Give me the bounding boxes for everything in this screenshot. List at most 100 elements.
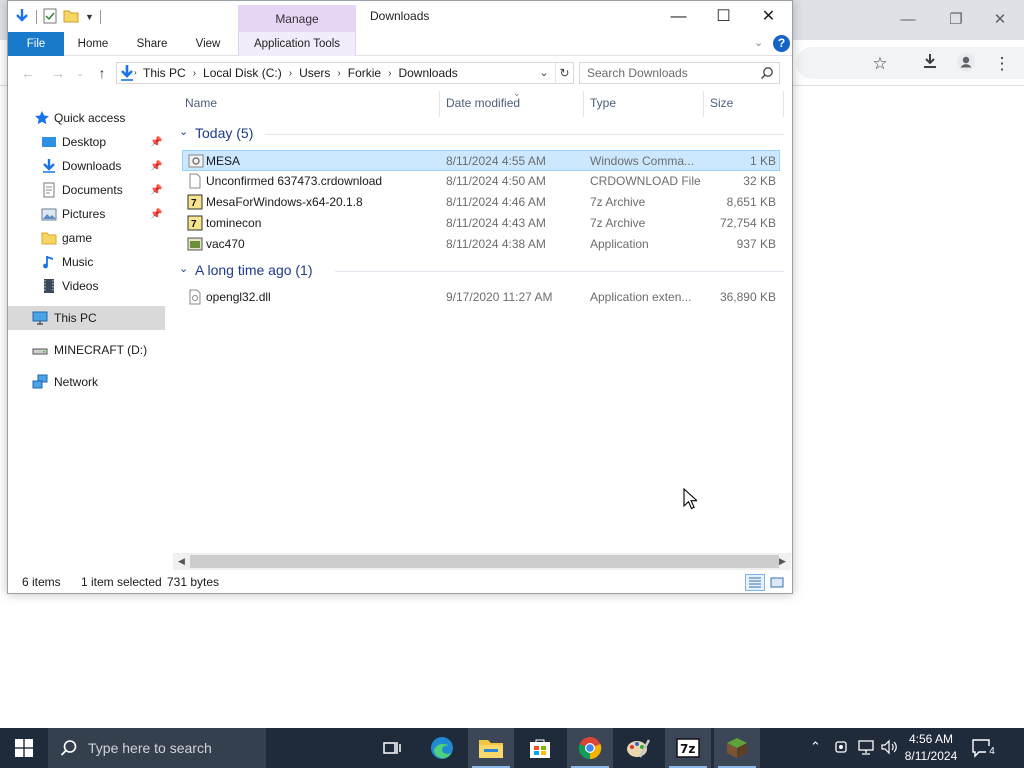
downloads-arrow-icon[interactable] [14,8,30,27]
star-icon[interactable]: ☆ [867,52,893,76]
new-folder-icon[interactable] [63,9,79,26]
table-row[interactable]: 7 MesaForWindows-x64-20.1.8 8/11/2024 4:… [182,192,780,213]
recent-locations-button[interactable]: ⌄ [70,64,90,82]
table-row[interactable]: opengl32.dll 9/17/2020 11:27 AM Applicat… [182,287,780,308]
volume-icon[interactable] [880,739,898,758]
horizontal-scrollbar[interactable]: ◀ ▶ [173,553,791,570]
scroll-right-button[interactable]: ▶ [774,553,791,570]
table-row[interactable]: Unconfirmed 637473.crdownload 8/11/2024 … [182,171,780,192]
taskbar-app-chrome[interactable] [567,728,613,768]
breadcrumb-downloads[interactable]: Downloads [398,66,457,80]
address-history-dropdown[interactable]: ⌄ [535,64,553,82]
ribbon-tabs: File Home Share View Application Tools ⌄… [8,32,792,56]
file-size: 72,754 KB [719,216,776,230]
start-button[interactable] [0,728,48,768]
pin-icon: 📌 [150,208,163,220]
column-divider[interactable] [439,91,440,117]
column-divider[interactable] [703,91,704,117]
browser-restore-button[interactable]: ❐ [936,8,976,32]
sidebar-item-desktop[interactable]: Desktop 📌 [8,130,165,154]
taskbar-clock[interactable]: 4:56 AM 8/11/2024 [898,731,964,765]
taskbar-app-store[interactable] [517,728,563,768]
quick-access-toolbar: ▼ [14,7,101,27]
group-header-today[interactable]: ⌄ Today (5) [173,123,784,145]
breadcrumb-users[interactable]: Users [299,66,330,80]
breadcrumb-separator[interactable]: › [289,68,292,79]
tab-home[interactable]: Home [70,32,116,56]
taskbar-app-minecraft[interactable] [714,728,760,768]
taskbar-app-paint[interactable] [615,728,661,768]
tab-share[interactable]: Share [128,32,176,56]
forward-button[interactable]: → [48,64,68,82]
sidebar-item-game[interactable]: game [8,226,165,250]
windows-logo-icon [15,739,33,757]
group-divider [265,134,784,135]
profile-icon[interactable] [953,52,979,76]
breadcrumb-separator[interactable]: › [388,68,391,79]
large-icons-view-button[interactable] [767,574,787,591]
minimize-button[interactable]: — [656,3,701,31]
sidebar-item-quick-access[interactable]: Quick access [8,106,165,130]
breadcrumb-local-disk[interactable]: Local Disk (C:) [203,66,282,80]
network-status-icon[interactable] [857,739,875,758]
back-button[interactable]: ← [18,64,38,82]
taskbar-app-edge[interactable] [419,728,465,768]
column-header-name[interactable]: Name [185,89,217,117]
customize-qat-icon[interactable]: ▼ [85,12,94,22]
file-type: 7z Archive [590,216,646,230]
kebab-menu-icon[interactable]: ⋮ [989,52,1015,76]
table-row[interactable]: vac470 8/11/2024 4:38 AM Application 937… [182,234,780,255]
refresh-button[interactable]: ↻ [555,63,573,83]
file-size: 36,890 KB [719,290,776,304]
tab-file[interactable]: File [8,32,64,56]
column-divider[interactable] [783,91,784,117]
task-view-button[interactable] [369,728,415,768]
scroll-left-button[interactable]: ◀ [173,553,190,570]
tab-application-tools[interactable]: Application Tools [238,32,356,56]
help-button[interactable]: ? [773,35,790,52]
file-type: Application exten... [590,290,692,304]
breadcrumb-separator[interactable]: › [337,68,340,79]
breadcrumb-separator[interactable]: › [193,68,196,79]
taskbar-app-7zip[interactable]: 7z [665,728,711,768]
column-header-type[interactable]: Type [590,89,616,117]
table-row[interactable]: 7 tominecon 8/11/2024 4:43 AM 7z Archive… [182,213,780,234]
breadcrumb-this-pc[interactable]: This PC [143,66,186,80]
sidebar-item-music[interactable]: Music [8,250,165,274]
meet-now-icon[interactable] [834,739,848,758]
file-name: Unconfirmed 637473.crdownload [206,174,383,188]
close-button[interactable]: ✕ [746,3,791,31]
group-header-a-long-time-ago[interactable]: ⌄ A long time ago (1) [173,260,784,282]
search-input[interactable]: Search Downloads [579,62,780,84]
browser-minimize-button[interactable]: — [888,8,928,32]
taskbar-app-file-explorer[interactable] [468,728,514,768]
sidebar-item-downloads[interactable]: Downloads 📌 [8,154,165,178]
show-hidden-icons-chevron-icon[interactable]: ⌃ [810,739,821,755]
address-bar[interactable]: › This PC › Local Disk (C:) › Users › Fo… [116,62,574,84]
drive-icon [32,348,48,355]
sidebar-item-this-pc[interactable]: This PC [8,306,165,330]
up-button[interactable]: ↑ [92,64,112,82]
scrollbar-thumb[interactable] [190,555,779,568]
details-view-button[interactable] [745,574,765,591]
maximize-button[interactable]: ☐ [701,3,746,31]
table-row[interactable]: MESA 8/11/2024 4:55 AM Windows Comma... … [182,150,780,171]
expand-ribbon-icon[interactable]: ⌄ [754,36,763,49]
download-icon[interactable] [917,52,943,76]
taskbar-search-box[interactable]: Type here to search [48,728,266,768]
breadcrumb-forkie[interactable]: Forkie [348,66,381,80]
column-divider[interactable] [583,91,584,117]
sidebar-item-pictures[interactable]: Pictures 📌 [8,202,165,226]
sidebar-item-documents[interactable]: Documents 📌 [8,178,165,202]
column-header-date-modified[interactable]: Date modified [446,89,520,117]
sidebar-item-network[interactable]: Network [8,370,165,394]
sidebar-item-videos[interactable]: Videos [8,274,165,298]
browser-close-button[interactable]: ✕ [980,8,1020,32]
notification-center-button[interactable]: 4 [970,736,1000,760]
column-header-size[interactable]: Size [710,89,733,117]
sidebar-item-minecraft-drive[interactable]: MINECRAFT (D:) [8,338,165,362]
properties-icon[interactable] [43,8,57,27]
collapse-chevron-icon[interactable]: ⌄ [179,262,188,275]
tab-view[interactable]: View [186,32,230,56]
collapse-chevron-icon[interactable]: ⌄ [179,125,188,138]
